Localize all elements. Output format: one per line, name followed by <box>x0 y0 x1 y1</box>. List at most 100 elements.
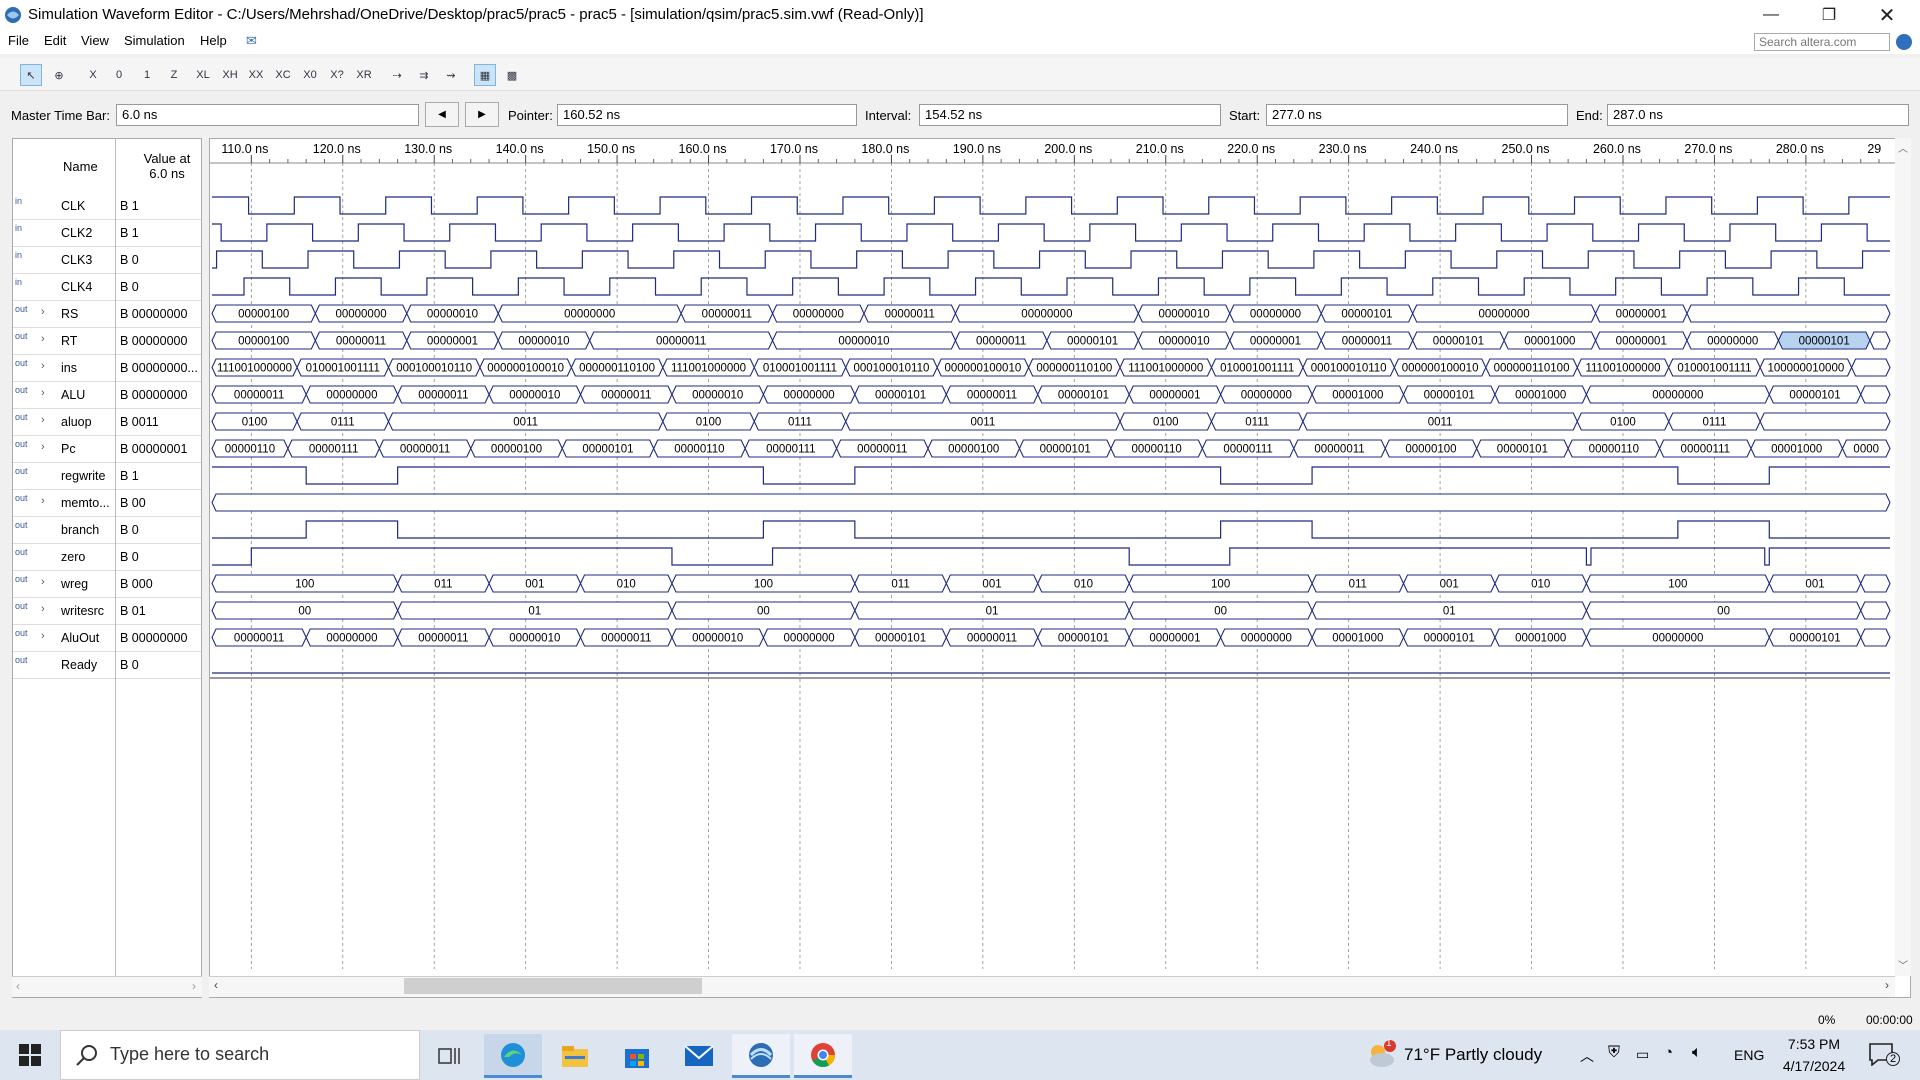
quartus-taskbar-icon[interactable] <box>732 1034 790 1078</box>
functional-sim-icon[interactable]: ⇢ <box>386 64 408 86</box>
signal-row[interactable]: out › wreg B 000 <box>13 570 201 598</box>
signal-value: B 00 <box>120 496 146 510</box>
invert-icon[interactable]: X? <box>326 64 348 86</box>
expand-icon[interactable]: › <box>41 333 45 345</box>
random-icon[interactable]: XR <box>353 64 375 86</box>
bus-value-label: 00000101 <box>1433 336 1484 348</box>
expand-icon[interactable]: › <box>41 441 45 453</box>
globe-icon[interactable] <box>1896 34 1912 50</box>
search-input[interactable]: Search altera.com <box>1754 33 1890 51</box>
signal-name: ALU <box>61 388 86 402</box>
wifi-icon[interactable]: ◔ <box>1664 1044 1673 1061</box>
sim-settings-icon[interactable]: ▩ <box>501 64 523 86</box>
scroll-right-icon[interactable]: › <box>192 979 196 993</box>
signal-row[interactable]: out › ALU B 00000000 <box>13 381 201 409</box>
clock-date[interactable]: 4/17/2024 <box>1778 1058 1850 1074</box>
vertical-scrollbar[interactable]: ︿ ﹀ <box>1895 138 1911 976</box>
signal-row[interactable]: in CLK2 B 1 <box>13 219 201 247</box>
force-unknown-icon[interactable]: X <box>82 64 104 86</box>
bus-value-label: 010001001111 <box>306 363 380 375</box>
windows-start-button[interactable] <box>0 1030 60 1080</box>
signal-row[interactable]: out › memto... B 00 <box>13 489 201 517</box>
microsoft-store-icon[interactable] <box>608 1034 666 1078</box>
waveform-panel[interactable]: 110.0 ns 120.0 ns 130.0 ns 140.0 ns 150.0 ns… <box>209 138 1911 998</box>
timing-sim-icon[interactable]: ⇉ <box>413 64 435 86</box>
signal-row[interactable]: out › RT B 00000000 <box>13 327 201 355</box>
edge-browser-icon[interactable] <box>484 1034 542 1078</box>
horizontal-scroll-thumb[interactable] <box>404 978 702 994</box>
volume-icon[interactable]: 🔈︎ <box>1692 1044 1702 1062</box>
bus-value-label: 00000111 <box>766 444 815 456</box>
weather-icon[interactable]: 1 <box>1364 1038 1398 1073</box>
signal-row[interactable]: out › RS B 00000000 <box>13 300 201 328</box>
signal-row[interactable]: out regwrite B 1 <box>13 462 201 490</box>
security-icon[interactable]: ⛨ <box>1608 1044 1620 1062</box>
file-explorer-icon[interactable] <box>546 1034 604 1078</box>
expand-icon[interactable]: › <box>41 306 45 318</box>
selection-tool-icon[interactable]: ↖ <box>20 64 42 86</box>
force-high-icon[interactable]: 1 <box>136 64 158 86</box>
task-view-icon[interactable] <box>420 1034 478 1078</box>
signal-row[interactable]: out › AluOut B 00000000 <box>13 624 201 652</box>
restore-button[interactable]: ❐ <box>1800 0 1858 30</box>
weak-low-icon[interactable]: XL <box>192 64 214 86</box>
signal-row[interactable]: in CLK3 B 0 <box>13 246 201 274</box>
feedback-icon[interactable]: ✉ <box>246 33 257 49</box>
clock-icon[interactable]: XC <box>272 64 294 86</box>
scroll-down-icon[interactable]: ﹀ <box>1898 957 1908 972</box>
count-value-icon[interactable]: X0 <box>299 64 321 86</box>
dont-care-icon[interactable]: XX <box>245 64 267 86</box>
menu-edit[interactable]: Edit <box>44 33 66 48</box>
snap-grid-icon[interactable]: ▦ <box>474 64 496 86</box>
expand-icon[interactable]: › <box>41 360 45 372</box>
signal-row[interactable]: out › writesrc B 01 <box>13 597 201 625</box>
hscroll-right-icon[interactable]: › <box>1885 978 1889 992</box>
chevron-up-icon[interactable]: ︿ <box>1580 1046 1594 1066</box>
signal-row[interactable]: out › aluop B 0011 <box>13 408 201 436</box>
minimize-button[interactable]: — <box>1742 0 1800 30</box>
signal-row[interactable]: out › Pc B 00000001 <box>13 435 201 463</box>
force-low-icon[interactable]: 0 <box>108 64 130 86</box>
menu-file[interactable]: File <box>8 33 29 48</box>
expand-icon[interactable]: › <box>41 414 45 426</box>
scroll-up-icon[interactable]: ︿ <box>1898 140 1908 155</box>
close-button[interactable]: ✕ <box>1858 0 1916 30</box>
master-time-bar-field[interactable]: 6.0 ns <box>116 104 419 126</box>
menu-help[interactable]: Help <box>200 33 227 48</box>
expand-icon[interactable]: › <box>41 495 45 507</box>
bus-value-label: 00001000 <box>1332 633 1383 645</box>
next-transition-button[interactable]: ▶ <box>465 102 499 127</box>
clock-time[interactable]: 7:53 PM <box>1778 1036 1850 1052</box>
signal-row[interactable]: in CLK B 1 <box>13 192 201 220</box>
signal-row[interactable]: out Ready B 0 <box>13 651 201 679</box>
bus-value-label: 00000011 <box>976 336 1026 348</box>
weak-high-icon[interactable]: XH <box>219 64 241 86</box>
prev-transition-button[interactable]: ◀ <box>425 102 459 127</box>
zoom-tool-icon[interactable]: ⊕ <box>48 64 70 86</box>
signal-table-scrollbar[interactable]: ‹ › <box>12 976 202 997</box>
quartus-app-icon <box>4 6 22 24</box>
expand-icon[interactable]: › <box>41 603 45 615</box>
expand-icon[interactable]: › <box>41 576 45 588</box>
expand-icon[interactable]: › <box>41 630 45 642</box>
bus-value-label: 0011 <box>1428 417 1453 429</box>
menu-simulation[interactable]: Simulation <box>124 33 185 48</box>
battery-icon[interactable]: ▭ <box>1636 1046 1649 1063</box>
hscroll-left-icon[interactable]: ‹ <box>214 978 218 992</box>
language-indicator[interactable]: ENG <box>1734 1047 1764 1063</box>
bus-value-label: 00000110 <box>1589 444 1639 456</box>
signal-row[interactable]: out zero B 0 <box>13 543 201 571</box>
notification-icon[interactable]: 2 <box>1868 1042 1900 1067</box>
chrome-icon[interactable] <box>794 1034 852 1078</box>
waveform-canvas[interactable]: 110.0 ns 120.0 ns 130.0 ns 140.0 ns 150.0 ns… <box>210 139 1910 997</box>
weather-text[interactable]: 71°F Partly cloudy <box>1404 1045 1542 1065</box>
signal-row[interactable]: out › ins B 00000000... <box>13 354 201 382</box>
expand-icon[interactable]: › <box>41 387 45 399</box>
scroll-left-icon[interactable]: ‹ <box>16 979 20 993</box>
mail-icon[interactable] <box>670 1034 728 1078</box>
signal-row[interactable]: in CLK4 B 0 <box>13 273 201 301</box>
menu-view[interactable]: View <box>81 33 109 48</box>
netlist-icon[interactable]: ⇝ <box>440 64 462 86</box>
force-z-icon[interactable]: Z <box>163 64 185 86</box>
signal-row[interactable]: out branch B 0 <box>13 516 201 544</box>
